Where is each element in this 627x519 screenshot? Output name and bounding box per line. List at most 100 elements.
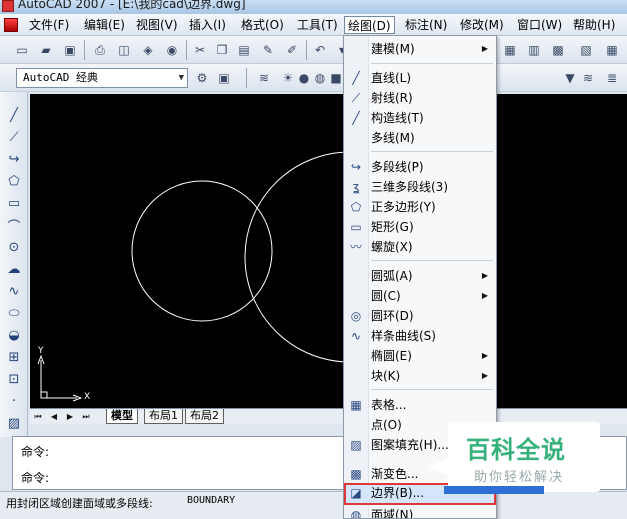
layer-on-icon[interactable]: ☀ xyxy=(280,70,296,86)
polygon-icon[interactable]: ⬠ xyxy=(5,172,23,190)
revcloud-icon[interactable]: ☁ xyxy=(5,260,23,278)
menu-item-label: 圆环(D) xyxy=(371,309,414,323)
tab-model[interactable]: 模型 xyxy=(106,409,138,424)
rectangle-icon[interactable]: ▭ xyxy=(5,194,23,212)
print-icon[interactable]: ⎙ xyxy=(92,42,108,58)
block-editor-icon[interactable]: ✐ xyxy=(284,42,300,58)
menu-item-ray[interactable]: ⟋ 射线(R) xyxy=(344,88,496,108)
toolbar-separator xyxy=(186,40,187,60)
menu-modify[interactable]: 修改(M) xyxy=(457,16,507,34)
menu-help[interactable]: 帮助(H) xyxy=(570,16,618,34)
first-tab-icon[interactable]: ⏮ xyxy=(32,411,44,423)
app-icon xyxy=(2,0,14,12)
ellipse-icon[interactable]: ⬭ xyxy=(5,304,23,322)
menu-item-block[interactable]: 块(K) ▶ xyxy=(344,366,496,386)
layer-states-icon[interactable]: ≣ xyxy=(604,70,620,86)
menu-edit[interactable]: 编辑(E) xyxy=(81,16,128,34)
menu-item-label: 边界(B)... xyxy=(371,486,425,500)
menu-tools[interactable]: 工具(T) xyxy=(294,16,341,34)
paste-icon[interactable]: ▤ xyxy=(236,42,252,58)
calculator-icon[interactable]: ▦ xyxy=(604,42,620,58)
layer-lock-icon[interactable]: ◍ xyxy=(312,70,328,86)
menu-item-spline[interactable]: ∿ 样条曲线(S) xyxy=(344,326,496,346)
ucs-x-label: X xyxy=(84,392,91,402)
publish-icon[interactable]: ◈ xyxy=(140,42,156,58)
menu-item-label: 正多边形(Y) xyxy=(371,200,436,214)
menu-item-label: 表格... xyxy=(371,398,407,412)
submenu-arrow-icon: ▶ xyxy=(481,351,488,360)
autocad-logo-icon[interactable] xyxy=(4,18,18,32)
cut-icon[interactable]: ✂ xyxy=(192,42,208,58)
title-bar: AutoCAD 2007 - [E:\我的cad\边界.dwg] xyxy=(0,0,627,14)
next-tab-icon[interactable]: ▶ xyxy=(64,411,76,423)
layer-freeze-icon[interactable]: ● xyxy=(296,70,312,86)
ellipse-arc-icon[interactable]: ◒ xyxy=(5,326,23,344)
menu-item-donut[interactable]: ◎ 圆环(D) xyxy=(344,306,496,326)
design-center-icon[interactable]: ▦ xyxy=(502,42,518,58)
layer-manager-icon[interactable]: ≋ xyxy=(256,70,272,86)
point-icon[interactable]: · xyxy=(5,392,23,410)
save-workspace-icon[interactable]: ▣ xyxy=(216,70,232,86)
match-properties-icon[interactable]: ✎ xyxy=(260,42,276,58)
save-icon[interactable]: ▣ xyxy=(62,42,78,58)
menu-item-polygon[interactable]: ⬠ 正多边形(Y) xyxy=(344,197,496,217)
menu-item-arc[interactable]: 圆弧(A) ▶ xyxy=(344,266,496,286)
undo-icon[interactable]: ↶ xyxy=(312,42,328,58)
menu-item-circle[interactable]: 圆(C) ▶ xyxy=(344,286,496,306)
tab-layout1[interactable]: 布局1 xyxy=(144,409,183,424)
layer-color-icon[interactable]: ■ xyxy=(328,70,344,86)
tab-layout2[interactable]: 布局2 xyxy=(185,409,224,424)
donut-icon: ◎ xyxy=(350,309,362,323)
menu-file[interactable]: 文件(F) xyxy=(26,16,72,34)
last-tab-icon[interactable]: ⏭ xyxy=(80,411,92,423)
insert-block-icon[interactable]: ⊞ xyxy=(5,348,23,366)
hatch-icon[interactable]: ▨ xyxy=(5,414,23,432)
sheet-set-icon[interactable]: ▩ xyxy=(550,42,566,58)
menu-item-rectangle[interactable]: ▭ 矩形(G) xyxy=(344,217,496,237)
line-icon[interactable]: ╱ xyxy=(5,106,23,124)
menu-dimension[interactable]: 标注(N) xyxy=(402,16,450,34)
menu-item-mline[interactable]: 多线(M) xyxy=(344,128,496,148)
menu-window[interactable]: 窗口(W) xyxy=(514,16,565,34)
menu-item-label: 多段线(P) xyxy=(371,160,424,174)
chevron-down-icon[interactable]: ▼ xyxy=(562,70,578,86)
arc-icon[interactable]: ⌒ xyxy=(5,216,23,235)
menu-item-modeling[interactable]: 建模(M) ▶ xyxy=(344,39,496,59)
menu-item-region[interactable]: ◍ 面域(N) xyxy=(344,505,496,519)
circle-icon[interactable]: ⊙ xyxy=(5,238,23,256)
tool-palette-icon[interactable]: ▥ xyxy=(526,42,542,58)
spline-icon[interactable]: ∿ xyxy=(5,282,23,300)
menu-insert[interactable]: 插入(I) xyxy=(186,16,229,34)
menu-item-line[interactable]: ╱ 直线(L) xyxy=(344,68,496,88)
plot-preview-icon[interactable]: ◫ xyxy=(116,42,132,58)
watermark-pointer xyxy=(428,458,448,476)
menu-item-polyline[interactable]: ↪ 多段线(P) xyxy=(344,157,496,177)
menu-format[interactable]: 格式(O) xyxy=(238,16,287,34)
workspace-select[interactable]: AutoCAD 经典 ▼ xyxy=(16,68,188,88)
command-prompt-line[interactable]: 命令: xyxy=(21,469,49,486)
menu-item-ellipse[interactable]: 椭圆(E) ▶ xyxy=(344,346,496,366)
menu-item-table[interactable]: ▦ 表格... xyxy=(344,395,496,415)
prev-tab-icon[interactable]: ◀ xyxy=(48,411,60,423)
menu-draw[interactable]: 绘图(D) xyxy=(344,16,395,34)
drawing-canvas[interactable]: Y X xyxy=(30,94,627,408)
etransmit-icon[interactable]: ◉ xyxy=(164,42,180,58)
menu-view[interactable]: 视图(V) xyxy=(133,16,181,34)
open-file-icon[interactable]: ▰ xyxy=(38,42,54,58)
menu-item-xline[interactable]: ╱ 构造线(T) xyxy=(344,108,496,128)
menu-item-label: 渐变色... xyxy=(371,467,419,481)
workspace-settings-icon[interactable]: ⚙ xyxy=(194,70,210,86)
menu-item-label: 样条曲线(S) xyxy=(371,329,436,343)
polyline-icon[interactable]: ↪ xyxy=(5,150,23,168)
layer-previous-icon[interactable]: ≋ xyxy=(580,70,596,86)
toolbar-separator xyxy=(306,40,307,60)
new-file-icon[interactable]: ▭ xyxy=(14,42,30,58)
menu-item-label: 直线(L) xyxy=(371,71,412,85)
menu-item-helix[interactable]: 〰 螺旋(X) xyxy=(344,237,496,257)
xline-icon[interactable]: ⟋ xyxy=(5,128,23,146)
make-block-icon[interactable]: ⊡ xyxy=(5,370,23,388)
markup-icon[interactable]: ▧ xyxy=(578,42,594,58)
menu-item-3dpolyline[interactable]: ʓ 三维多段线(3) xyxy=(344,177,496,197)
menu-item-label: 面域(N) xyxy=(371,508,414,519)
copy-icon[interactable]: ❐ xyxy=(214,42,230,58)
